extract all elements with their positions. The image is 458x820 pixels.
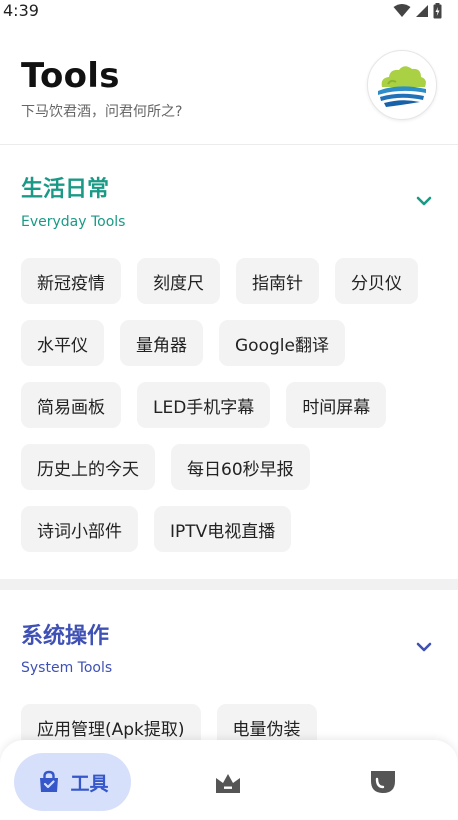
tool-chip[interactable]: 诗词小部件 — [21, 506, 138, 552]
status-icons — [393, 3, 442, 19]
shopping-bag-icon — [40, 770, 59, 792]
page-subtitle: 下马饮君酒，问君何所之? — [21, 104, 183, 120]
section-subtitle: System Tools — [21, 660, 113, 676]
section-divider — [0, 579, 458, 590]
tool-chip[interactable]: 量角器 — [120, 320, 203, 366]
cloud-logo-icon — [378, 66, 426, 107]
tool-chip[interactable]: 分贝仪 — [335, 258, 418, 304]
section-title: 生活日常 — [21, 177, 110, 202]
everyday-section: 生活日常 Everyday Tools 新冠疫情 刻度尺 指南针 分贝仪 水平仪… — [0, 145, 458, 579]
tool-chip[interactable]: 水平仪 — [21, 320, 104, 366]
tool-chip[interactable]: 新冠疫情 — [21, 258, 121, 304]
battery-icon — [433, 3, 442, 19]
tool-chip[interactable]: 指南针 — [236, 258, 319, 304]
tool-chip[interactable]: Google翻译 — [219, 320, 345, 366]
tool-chip[interactable]: LED手机字幕 — [137, 382, 271, 428]
nav-tab-tools[interactable]: 工具 — [14, 753, 131, 811]
bottom-nav: 工具 — [0, 740, 458, 820]
page-title: Tools — [21, 56, 120, 96]
chevron-down-icon[interactable] — [413, 636, 435, 658]
page-header: Tools 下马饮君酒，问君何所之? — [0, 24, 458, 145]
tool-chip[interactable]: 时间屏幕 — [286, 382, 387, 428]
tool-chip[interactable]: 简易画板 — [21, 382, 121, 428]
nav-tab-label: 工具 — [70, 772, 109, 795]
chevron-down-icon[interactable] — [413, 190, 435, 212]
system-section: 系统操作 System Tools 应用管理(Apk提取) 电量伪装 — [0, 590, 458, 750]
section-title: 系统操作 — [21, 624, 110, 649]
shield-icon[interactable] — [369, 768, 397, 796]
status-time: 4:39 — [3, 1, 39, 20]
tool-chip[interactable]: 历史上的今天 — [21, 444, 155, 490]
status-bar: 4:39 — [0, 0, 458, 24]
section-subtitle: Everyday Tools — [21, 214, 126, 230]
everyday-tools-list: 新冠疫情 刻度尺 指南针 分贝仪 水平仪 量角器 Google翻译 简易画板 L… — [21, 258, 441, 552]
tool-chip[interactable]: 刻度尺 — [137, 258, 220, 304]
avatar[interactable] — [367, 50, 437, 120]
signal-icon — [416, 5, 428, 17]
tool-chip[interactable]: IPTV电视直播 — [154, 506, 292, 552]
tool-chip[interactable]: 每日60秒早报 — [171, 444, 310, 490]
crown-icon[interactable] — [214, 768, 242, 796]
wifi-icon — [393, 4, 411, 17]
